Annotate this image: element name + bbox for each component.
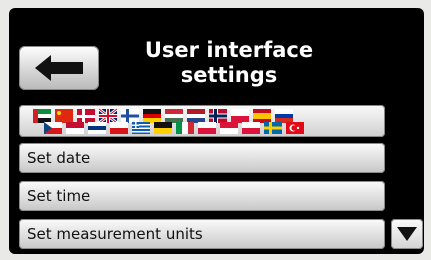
- flag-germany-icon: [143, 109, 161, 123]
- triangle-down-icon: [397, 227, 417, 241]
- language-flags-button[interactable]: [19, 105, 385, 137]
- flag-netherlands-icon: [187, 109, 205, 123]
- flag-spain-icon: [253, 109, 271, 123]
- scroll-down-button[interactable]: [391, 219, 423, 249]
- flag-norway-icon: [209, 109, 227, 123]
- back-button[interactable]: [19, 46, 99, 90]
- flag-arabic-icon: [33, 109, 51, 123]
- flag-italy-icon: [176, 122, 194, 134]
- arrow-left-icon: [35, 55, 83, 81]
- flag-turkey-icon: [286, 122, 304, 134]
- flag-misc-icon: [66, 122, 260, 134]
- flag-uk-icon: [98, 107, 118, 125]
- flag-finland-icon: [121, 109, 139, 123]
- set-date-button[interactable]: Set date: [19, 143, 385, 173]
- settings-screen: User interface settings Set date Set tim…: [9, 8, 424, 254]
- page-title-line1: User interface: [144, 38, 314, 62]
- set-measurement-units-button[interactable]: Set measurement units: [19, 219, 385, 249]
- set-measurement-units-label: Set measurement units: [27, 225, 203, 243]
- page-title-line2: settings: [180, 63, 278, 87]
- flag-greece-icon: [132, 122, 150, 134]
- flag-denmark-icon: [77, 109, 95, 123]
- flag-hungary-icon: [165, 109, 183, 123]
- flag-czech-icon: [44, 122, 62, 134]
- flag-russia-icon: [275, 109, 293, 123]
- page-title: User interface settings: [114, 38, 344, 88]
- flag-sweden-icon: [264, 122, 282, 134]
- set-time-label: Set time: [27, 187, 91, 205]
- set-time-button[interactable]: Set time: [19, 181, 385, 211]
- set-date-label: Set date: [27, 149, 91, 167]
- flag-china-icon: [55, 109, 73, 123]
- flag-poland-icon: [231, 109, 249, 123]
